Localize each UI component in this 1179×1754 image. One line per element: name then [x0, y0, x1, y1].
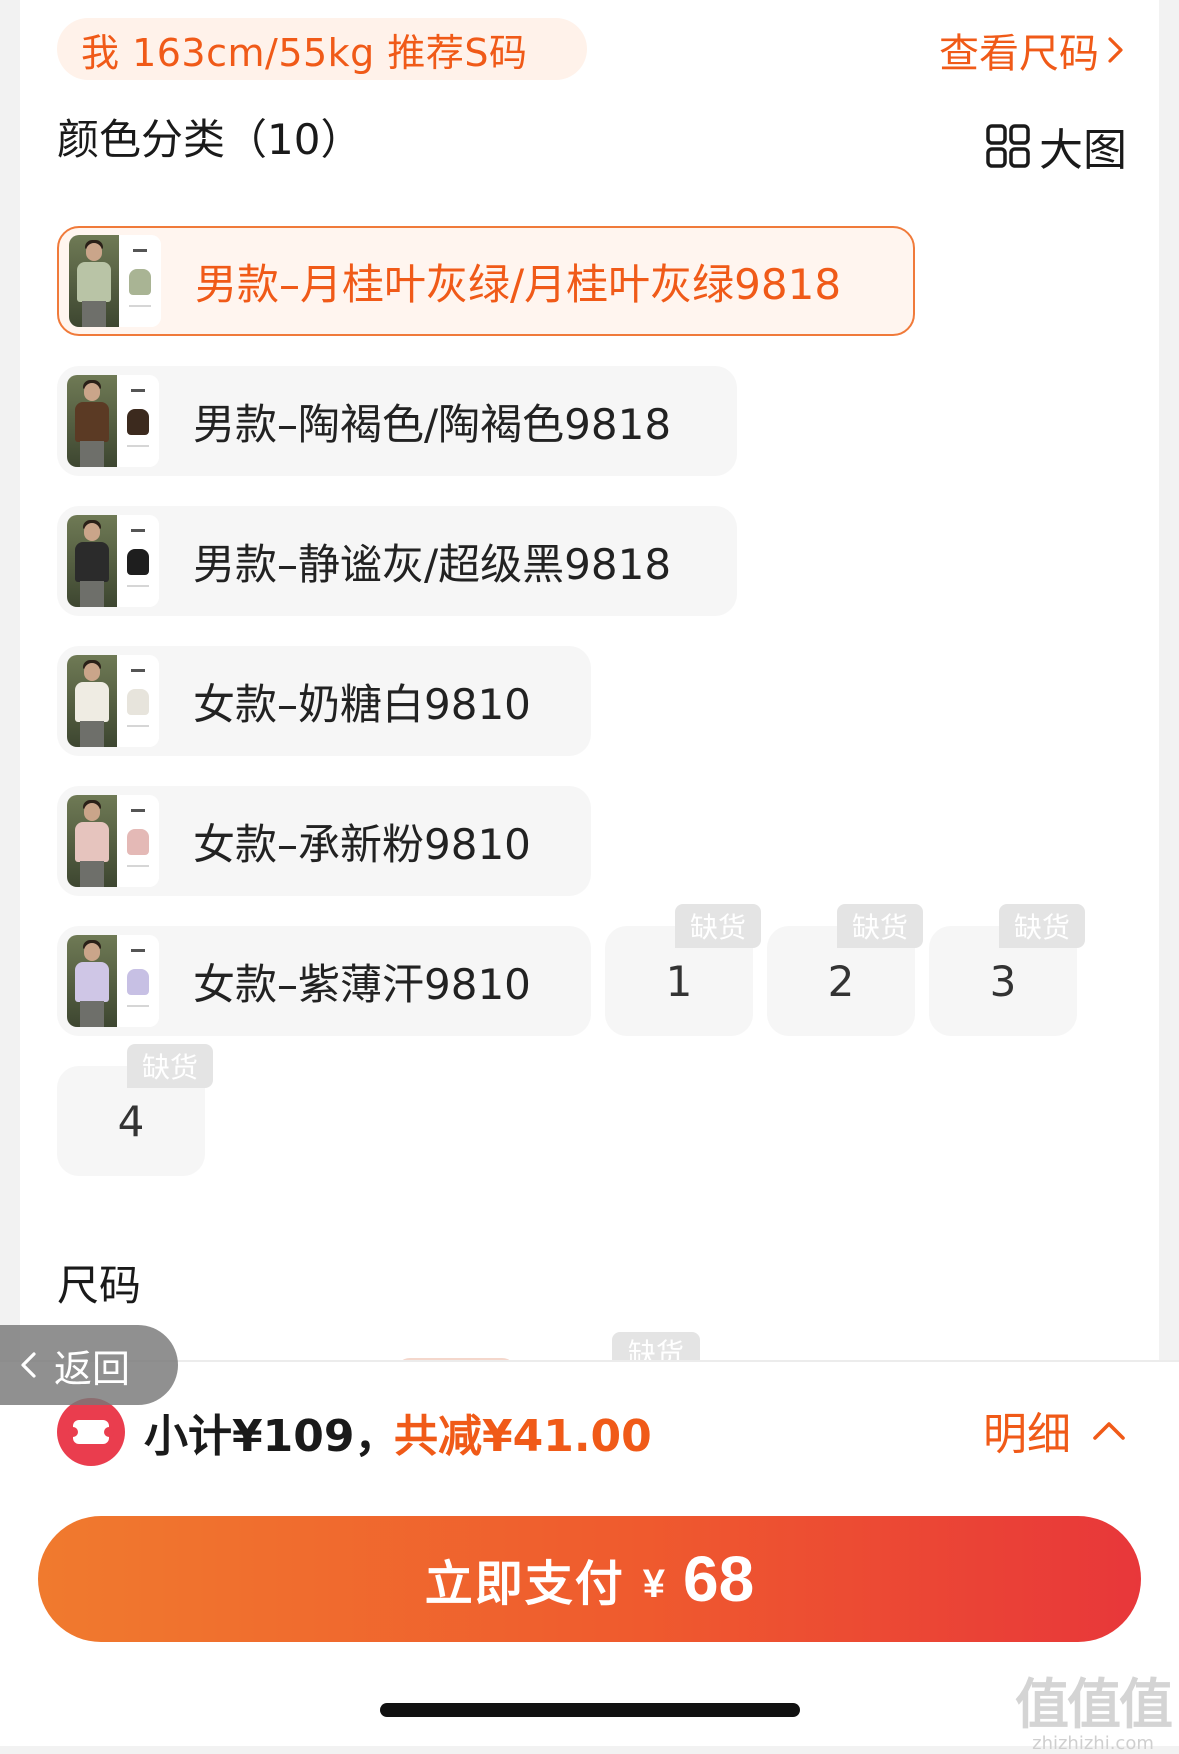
color-section-title: 颜色分类（10） [57, 115, 363, 164]
big-image-toggle[interactable]: 大图 [985, 114, 1127, 178]
sold-out-badge: 缺货 [675, 904, 761, 948]
chevron-up-icon [1093, 1422, 1125, 1440]
product-thumbnail [69, 235, 161, 327]
number-option-4[interactable]: 4 缺货 [57, 1044, 213, 1176]
color-option-label: 女款–承新粉9810 [193, 819, 531, 869]
number-option-1[interactable]: 1 缺货 [605, 904, 761, 1036]
color-option-label: 男款–月桂叶灰绿/月桂叶灰绿9818 [195, 259, 842, 309]
product-thumbnail [67, 935, 159, 1027]
sold-out-badge: 缺货 [127, 1044, 213, 1088]
color-option[interactable]: 男款–静谧灰/超级黑9818 [57, 506, 737, 616]
color-option[interactable]: 女款–奶糖白9810 [57, 646, 591, 756]
product-thumbnail [67, 375, 159, 467]
product-thumbnail [67, 795, 159, 887]
chevron-left-icon [21, 1352, 36, 1378]
sold-out-badge: 缺货 [999, 904, 1085, 948]
color-option[interactable]: 女款–承新粉9810 [57, 786, 591, 896]
pay-now-label: 立即支付 [424, 1558, 625, 1611]
big-image-label: 大图 [1039, 125, 1127, 176]
size-recommendation-badge: 我 163cm/55kg 推荐S码 [57, 18, 587, 80]
sold-out-badge: 缺货 [837, 904, 923, 948]
pay-currency-symbol: ¥ [642, 1561, 666, 1606]
number-option-label: 4 [117, 1096, 145, 1146]
number-option-3[interactable]: 3 缺货 [929, 904, 1085, 1036]
coupon-icon [57, 1398, 125, 1466]
number-option-label: 3 [989, 956, 1017, 1006]
color-option-label: 男款–陶褐色/陶褐色9818 [193, 399, 672, 449]
color-option-label: 女款–紫薄汗9810 [193, 959, 531, 1009]
number-option-2[interactable]: 2 缺货 [767, 904, 923, 1036]
home-indicator [380, 1703, 800, 1717]
number-option-label: 1 [665, 956, 693, 1006]
chevron-right-icon [1108, 37, 1123, 63]
size-section-title: 尺码 [57, 1261, 142, 1310]
watermark: 值值值 zhizhizhi.com [1015, 1660, 1173, 1754]
pay-amount: 68 [683, 1543, 755, 1615]
subtotal-text: 小计¥109， [144, 1411, 399, 1462]
grid-view-icon [986, 124, 1030, 168]
price-details-toggle[interactable]: 明细 [983, 1398, 1127, 1462]
size-chart-label: 查看尺码 [939, 31, 1099, 77]
color-option[interactable]: 男款–陶褐色/陶褐色9818 [57, 366, 737, 476]
details-label: 明细 [983, 1409, 1071, 1460]
size-recommendation-text: 我 163cm/55kg 推荐S码 [81, 30, 528, 75]
color-option[interactable]: 女款–紫薄汗9810 [57, 926, 591, 1036]
view-size-chart-link[interactable]: 查看尺码 [939, 22, 1127, 78]
color-option-label: 女款–奶糖白9810 [193, 679, 531, 729]
discount-text: 共减¥41.00 [394, 1411, 652, 1462]
number-option-label: 2 [827, 956, 855, 1006]
watermark-logo: 值值值 [1015, 1673, 1173, 1736]
color-option-label: 男款–静谧灰/超级黑9818 [193, 539, 672, 589]
back-button[interactable]: 返回 [0, 1325, 178, 1405]
product-thumbnail [67, 655, 159, 747]
back-button-label: 返回 [54, 1346, 131, 1391]
color-option[interactable]: 男款–月桂叶灰绿/月桂叶灰绿9818 [57, 226, 915, 336]
product-thumbnail [67, 515, 159, 607]
pay-now-button[interactable]: 立即支付 ¥ 68 [38, 1516, 1141, 1642]
